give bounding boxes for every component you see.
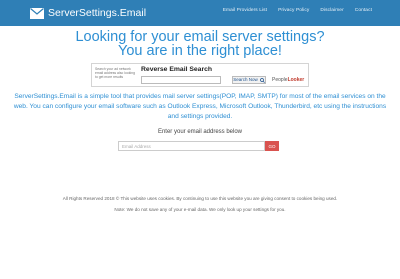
- site-description: ServerSettings.Email is a simple tool th…: [13, 93, 387, 120]
- email-address-input[interactable]: [118, 141, 265, 151]
- go-button[interactable]: GO: [265, 141, 279, 151]
- ad-provider-logo: PeopleLooker: [272, 77, 304, 83]
- envelope-logo-icon: [30, 7, 44, 19]
- ad-title: Reverse Email Search: [141, 66, 213, 73]
- hero-line-2: You are in the right place!: [118, 43, 282, 59]
- ad-search-input[interactable]: [141, 76, 221, 84]
- nav-privacy-policy[interactable]: Privacy Policy: [278, 8, 309, 13]
- ad-search-button[interactable]: Search Now: [232, 76, 266, 84]
- nav-email-providers-list[interactable]: Email Providers List: [223, 8, 267, 13]
- email-form-label: Enter your email address below: [157, 129, 243, 135]
- ad-provider-name: Looker: [287, 77, 305, 83]
- ad-provider-prefix: People: [272, 77, 288, 83]
- footer-note: Note: We do not save any of your e-mail …: [114, 207, 286, 212]
- hero-heading: Looking for your email server settings? …: [0, 29, 400, 59]
- ad-search-button-label: Search Now: [233, 77, 258, 82]
- nav-contact[interactable]: Contact: [355, 8, 372, 13]
- ad-thumbnail-text: Search your ad network email address als…: [95, 67, 135, 79]
- top-navbar: ServerSettings.Email Email Providers Lis…: [0, 0, 400, 26]
- footer: All Rights Reserved 2018 © This website …: [0, 193, 400, 215]
- search-icon: [259, 77, 265, 83]
- ad-banner[interactable]: Search your ad network email address als…: [91, 63, 309, 87]
- nav-disclaimer[interactable]: Disclaimer: [320, 8, 343, 13]
- main-nav: Email Providers List Privacy Policy Disc…: [223, 8, 372, 13]
- hero-line-1: Looking for your email server settings?: [75, 29, 325, 45]
- brand-name: ServerSettings.Email: [48, 7, 147, 19]
- footer-copyright: All Rights Reserved 2018 © This website …: [62, 196, 338, 201]
- brand-link[interactable]: ServerSettings.Email: [30, 5, 146, 21]
